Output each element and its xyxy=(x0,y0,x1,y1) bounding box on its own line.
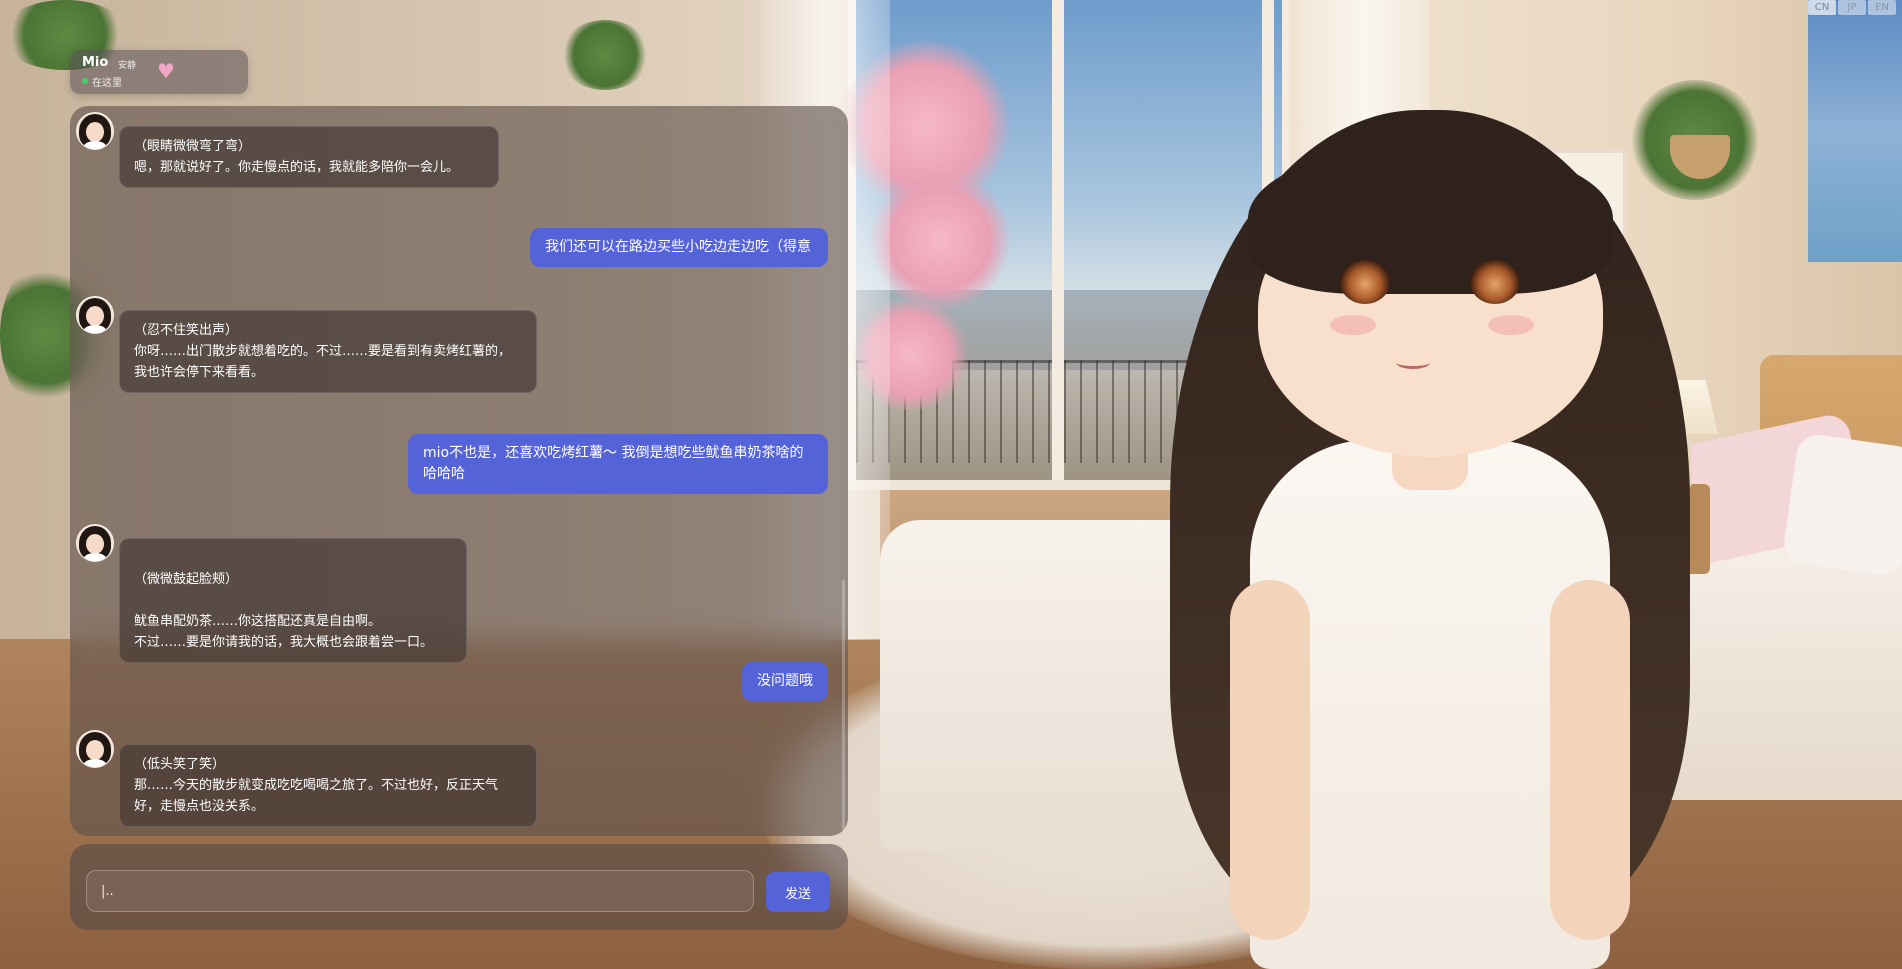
user-message-text: 我们还可以在路边买些小吃边走边吃（得意 xyxy=(545,239,811,255)
send-button[interactable]: 发送 xyxy=(766,872,830,912)
assistant-avatar xyxy=(76,524,114,562)
assistant-avatar xyxy=(76,296,114,334)
chat-input-panel: 发送 xyxy=(70,844,848,930)
assistant-action-text: （微微鼓起脸颊） xyxy=(134,572,239,587)
assistant-message-bubble: （忍不住笑出声） 你呀……出门散步就想着吃的。不过……要是看到有卖烤红薯的，我也… xyxy=(119,310,537,393)
assistant-avatar xyxy=(76,730,114,768)
character-name: Mio xyxy=(82,55,109,70)
character-blush xyxy=(1488,315,1534,335)
character-mood: 安静 xyxy=(118,61,137,71)
message-input[interactable] xyxy=(86,870,754,912)
cherry-blossom xyxy=(870,170,1010,310)
character-eye xyxy=(1340,260,1390,304)
character-eye xyxy=(1470,260,1520,304)
pillow xyxy=(1781,432,1902,578)
wall-poster xyxy=(1808,0,1902,262)
lang-cn-button[interactable]: CN xyxy=(1808,0,1836,15)
assistant-action-text: （忍不住笑出声） xyxy=(134,323,239,338)
lang-jp-button[interactable]: JP xyxy=(1838,0,1866,15)
character-blush xyxy=(1330,315,1376,335)
assistant-message-bubble: （微微鼓起脸颊） 鱿鱼串配奶茶……你这搭配还真是自由啊。 不过……要是你请我的话… xyxy=(119,538,467,663)
assistant-message-text: 鱿鱼串配奶茶……你这搭配还真是自由啊。 不过……要是你请我的话，我大概也会跟着尝… xyxy=(134,614,434,650)
assistant-message-bubble: （低头笑了笑） 那……今天的散步就变成吃吃喝喝之旅了。不过也好，反正天气好，走慢… xyxy=(119,744,537,827)
user-message-bubble: mio不也是，还喜欢吃烤红薯～ 我倒是想吃些鱿鱼串奶茶啥的哈哈哈 xyxy=(408,434,828,494)
shelf-plant xyxy=(560,20,650,90)
user-message-bubble: 我们还可以在路边买些小吃边走边吃（得意 xyxy=(530,228,828,267)
chat-scrollbar[interactable] xyxy=(842,580,845,830)
window-mullion xyxy=(1052,0,1064,490)
assistant-message-text: 嗯，那就说好了。你走慢点的话，我就能多陪你一会儿。 xyxy=(134,160,460,175)
assistant-action-text: （低头笑了笑） xyxy=(134,757,226,772)
character-bangs xyxy=(1248,144,1613,294)
character-arm xyxy=(1230,580,1310,940)
user-message-bubble: 没问题哦 xyxy=(742,662,828,701)
character-header-card: Mio 安静 在这里 ♥ xyxy=(70,50,248,94)
assistant-message-text: 那……今天的散步就变成吃吃喝喝之旅了。不过也好，反正天气好，走慢点也没关系。 xyxy=(134,778,499,814)
language-switcher: CN JP EN xyxy=(1808,0,1896,15)
chat-message-list[interactable]: （眼睛微微弯了弯） 嗯，那就说好了。你走慢点的话，我就能多陪你一会儿。 我们还可… xyxy=(70,106,848,836)
assistant-message-text: 你呀……出门散步就想着吃的。不过……要是看到有卖烤红薯的，我也许会停下来看看。 xyxy=(134,344,512,380)
assistant-avatar xyxy=(76,112,114,150)
character-arm xyxy=(1550,580,1630,940)
online-status-icon xyxy=(82,78,88,84)
user-message-text: mio不也是，还喜欢吃烤红薯～ 我倒是想吃些鱿鱼串奶茶啥的哈哈哈 xyxy=(423,445,804,482)
lang-en-button[interactable]: EN xyxy=(1868,0,1896,15)
user-message-text: 没问题哦 xyxy=(757,673,813,689)
heart-icon[interactable]: ♥ xyxy=(154,60,178,82)
assistant-message-bubble: （眼睛微微弯了弯） 嗯，那就说好了。你走慢点的话，我就能多陪你一会儿。 xyxy=(119,126,499,188)
assistant-action-text: （眼睛微微弯了弯） xyxy=(134,139,252,154)
status-text: 在这里 xyxy=(92,78,122,89)
character-mio xyxy=(1170,110,1690,969)
character-mouth xyxy=(1396,356,1430,369)
